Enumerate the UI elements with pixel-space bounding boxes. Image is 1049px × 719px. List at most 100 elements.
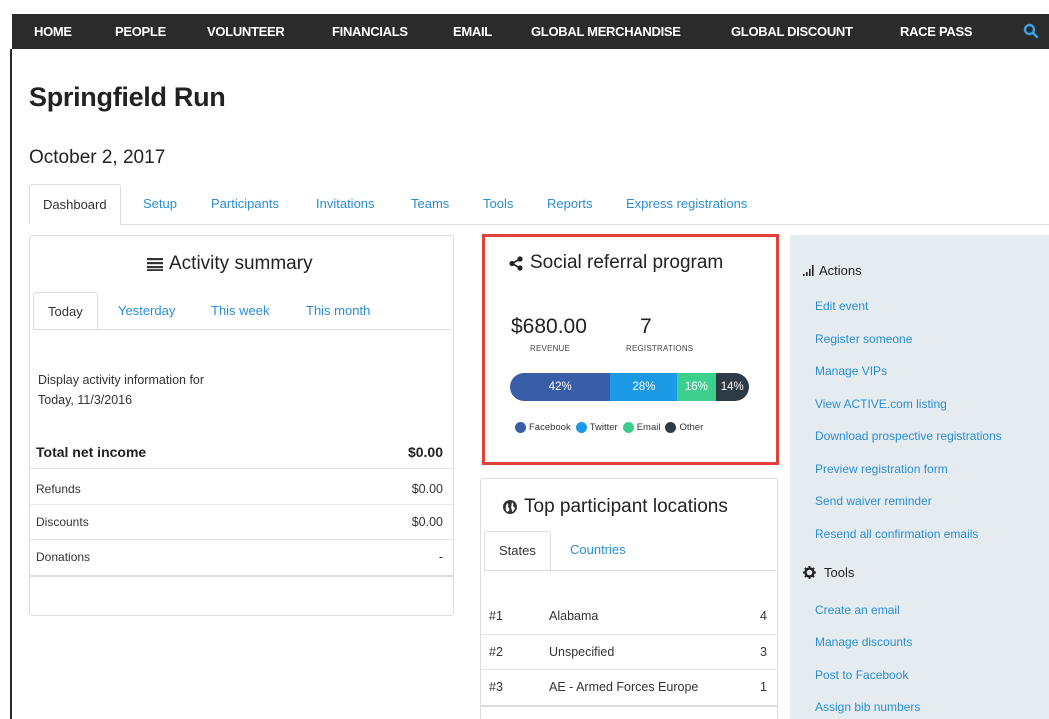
location-name: AE - Armed Forces Europe [549, 680, 699, 694]
tab-this-week[interactable]: This week [211, 303, 270, 318]
divider [30, 539, 453, 540]
legend-item-other: Other [665, 422, 703, 433]
donations-label: Donations [36, 550, 91, 564]
location-rank: #1 [489, 609, 503, 623]
left-border [10, 49, 12, 719]
manage-discounts-link[interactable]: Manage discounts [815, 635, 912, 649]
nav-home[interactable]: HOME [34, 24, 72, 39]
legend-label: Twitter [589, 422, 618, 433]
location-row-footer [481, 705, 777, 719]
search-icon[interactable] [1023, 23, 1039, 39]
register-someone-link[interactable]: Register someone [815, 332, 912, 346]
globe-icon [502, 499, 518, 515]
page-title: Springfield Run [29, 82, 226, 112]
referral-legend: Facebook Twitter Email Other [515, 422, 708, 433]
tab-invitations[interactable]: Invitations [316, 196, 375, 211]
nav-people[interactable]: PEOPLE [115, 24, 166, 39]
tab-yesterday[interactable]: Yesterday [118, 303, 175, 318]
top-locations-heading: Top participant locations [502, 496, 728, 518]
legend-dot [622, 422, 634, 433]
tab-setup[interactable]: Setup [143, 196, 177, 211]
gear-icon [803, 566, 816, 579]
activity-tabs: Today Yesterday This week This month [33, 292, 452, 331]
tab-today[interactable]: Today [33, 292, 98, 331]
legend-label: Other [679, 422, 704, 433]
tab-teams[interactable]: Teams [411, 196, 449, 211]
legend-dot [515, 422, 526, 433]
total-net-income-label: Total net income [36, 444, 147, 460]
revenue-label: REVENUE [530, 344, 571, 353]
location-name: Unspecified [549, 645, 615, 659]
assign-bib-numbers-link[interactable]: Assign bib numbers [815, 700, 920, 714]
nav-global-merchandise[interactable]: GLOBAL MERCHANDISE [531, 24, 681, 39]
discounts-label: Discounts [36, 515, 89, 529]
event-date: October 2, 2017 [29, 147, 166, 168]
legend-item-email: Email [622, 422, 660, 433]
legend-item-twitter: Twitter [575, 422, 618, 433]
bar-segment-other: 14% [715, 373, 749, 401]
divider [30, 575, 453, 577]
location-row: #2 Unspecified 3 [481, 634, 777, 668]
share-icon [509, 255, 523, 271]
refunds-label: Refunds [36, 482, 81, 496]
location-count: 4 [760, 609, 767, 623]
manage-vips-link[interactable]: Manage VIPs [815, 364, 887, 378]
edit-event-link[interactable]: Edit event [815, 299, 868, 313]
location-row: #3 AE - Armed Forces Europe 1 [481, 669, 777, 703]
tab-tools[interactable]: Tools [483, 196, 513, 211]
social-referral-title: Social referral program [530, 252, 724, 273]
revenue-value: $680.00 [511, 315, 587, 338]
referral-share-bar: 42% 28% 16% 14% [510, 373, 749, 401]
resend-confirmation-emails-link[interactable]: Resend all confirmation emails [815, 527, 978, 541]
actions-heading: Actions [803, 263, 862, 278]
tab-dashboard[interactable]: Dashboard [29, 184, 121, 225]
registrations-value: 7 [640, 315, 652, 338]
top-locations-title: Top participant locations [524, 496, 728, 517]
view-active-listing-link[interactable]: View ACTIVE.com listing [815, 397, 947, 411]
download-prospective-registrations-link[interactable]: Download prospective registrations [815, 429, 1002, 443]
divider [30, 468, 453, 469]
location-row: #1 Alabama 4 [481, 599, 777, 633]
nav-global-discount[interactable]: GLOBAL DISCOUNT [731, 24, 853, 39]
refunds-value: $0.00 [411, 482, 443, 496]
location-count: 3 [760, 645, 767, 659]
send-waiver-reminder-link[interactable]: Send waiver reminder [815, 494, 932, 508]
legend-dot [575, 422, 587, 433]
discounts-value: $0.00 [411, 515, 443, 529]
activity-summary-title: Activity summary [169, 253, 313, 274]
legend-dot [665, 422, 677, 433]
tab-states[interactable]: States [484, 531, 551, 572]
display-info-date: Today, 11/3/2016 [38, 393, 133, 407]
create-email-link[interactable]: Create an email [815, 603, 900, 617]
social-referral-heading: Social referral program [509, 252, 723, 274]
top-nav: HOME PEOPLE VOLUNTEER FINANCIALS EMAIL G… [12, 14, 1049, 49]
list-icon [147, 257, 163, 271]
registrations-label: REGISTRATIONS [626, 344, 694, 353]
total-net-income-value: $0.00 [407, 444, 443, 460]
location-rank: #3 [489, 680, 503, 694]
nav-volunteer[interactable]: VOLUNTEER [207, 24, 285, 39]
location-tabs: States Countries [484, 531, 776, 572]
main-tabs: Dashboard Setup Participants Invitations… [29, 184, 1049, 225]
post-to-facebook-link[interactable]: Post to Facebook [815, 668, 908, 682]
top-locations-panel: Top participant locations States Countri… [480, 478, 778, 719]
nav-email[interactable]: EMAIL [453, 24, 492, 39]
nav-financials[interactable]: FINANCIALS [332, 24, 408, 39]
nav-race-pass[interactable]: RACE PASS [900, 24, 972, 39]
tab-express-registrations[interactable]: Express registrations [626, 196, 747, 211]
social-referral-panel: Social referral program $680.00 REVENUE … [482, 234, 779, 465]
tab-participants[interactable]: Participants [211, 196, 279, 211]
activity-summary-panel: Activity summary Today Yesterday This we… [29, 235, 454, 616]
tools-heading: Tools [803, 565, 854, 580]
display-info-label: Display activity information for [38, 373, 205, 387]
bar-segment-twitter: 28% [610, 373, 678, 401]
preview-registration-form-link[interactable]: Preview registration form [815, 462, 948, 476]
legend-label: Facebook [529, 422, 571, 433]
location-count: 1 [760, 680, 767, 694]
tab-this-month[interactable]: This month [306, 303, 370, 318]
activity-summary-heading: Activity summary [147, 253, 313, 275]
tab-countries[interactable]: Countries [570, 542, 626, 557]
tab-reports[interactable]: Reports [547, 196, 593, 211]
actions-sidebar: Actions Edit event Register someone Mana… [790, 235, 1049, 719]
actions-title: Actions [819, 263, 862, 278]
